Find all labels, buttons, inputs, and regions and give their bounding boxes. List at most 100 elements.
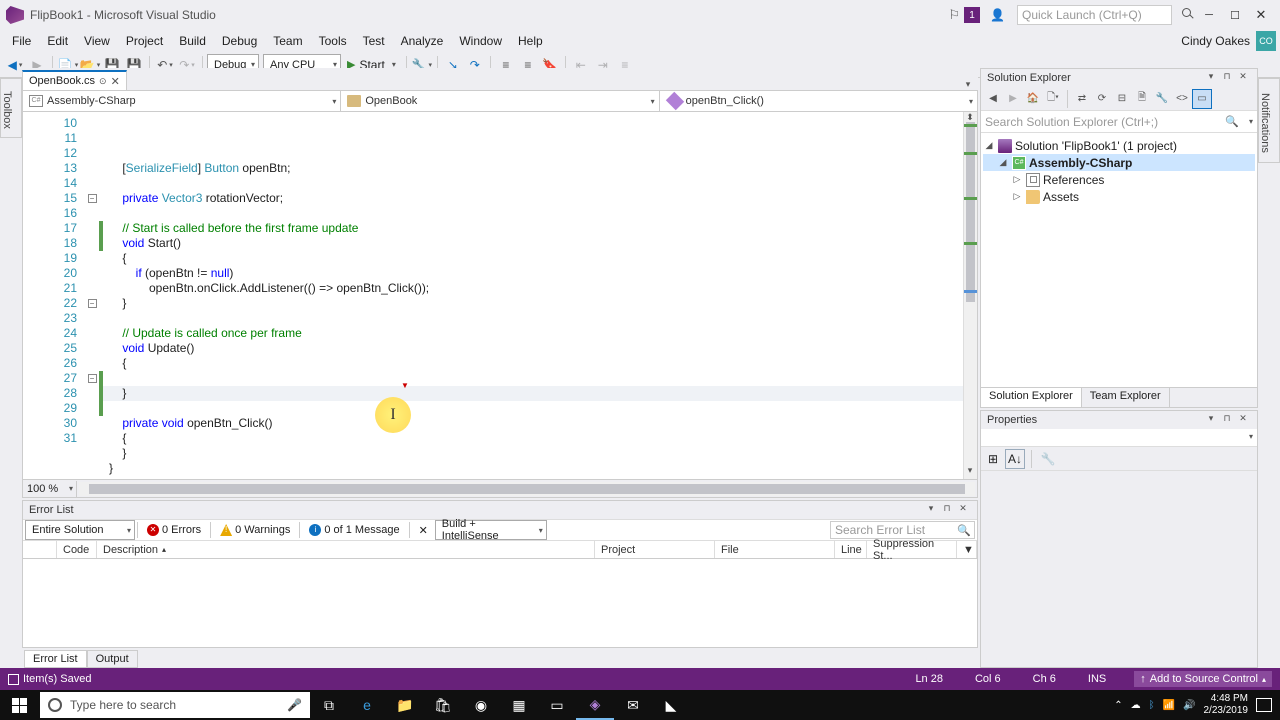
menu-help[interactable]: Help (510, 32, 551, 50)
close-tab-icon[interactable]: ✕ (111, 75, 120, 88)
project-combo[interactable]: C# Assembly-CSharp (23, 91, 341, 111)
build-intellisense-combo[interactable]: Build + IntelliSense (435, 520, 547, 540)
task-view-icon[interactable]: ⧉ (310, 690, 348, 720)
properties-title[interactable]: Properties ▾ ⊓ ✕ (981, 411, 1257, 429)
menu-file[interactable]: File (4, 32, 39, 50)
code-editor[interactable]: 1011121314151617181920212223242526272829… (22, 112, 978, 480)
mic-icon[interactable]: 🎤 (287, 698, 302, 712)
fwd-icon[interactable]: ▶ (1003, 89, 1023, 109)
property-pages-icon[interactable]: 🔧 (1038, 449, 1058, 469)
solution-node[interactable]: ◢ Solution 'FlipBook1' (1 project) (983, 137, 1255, 154)
tab-overflow-button[interactable]: ▾ (958, 79, 978, 90)
panel-options-icon[interactable]: ▾ (923, 503, 939, 517)
search-icon[interactable] (1182, 8, 1196, 22)
pin-icon[interactable]: ⊓ (939, 503, 955, 517)
menu-project[interactable]: Project (118, 32, 171, 50)
pin-icon[interactable]: ⊓ (1219, 413, 1235, 427)
collapse-icon[interactable]: ⊟ (1112, 89, 1132, 109)
show-all-icon[interactable]: 🗎 (1132, 89, 1152, 109)
solution-tree[interactable]: ◢ Solution 'FlipBook1' (1 project) ◢C# A… (981, 133, 1257, 387)
bluetooth-icon[interactable]: ᛒ (1149, 700, 1155, 711)
scope-combo[interactable]: Entire Solution (25, 520, 135, 540)
wifi-icon[interactable]: 📶 (1163, 700, 1175, 711)
start-button[interactable] (0, 690, 38, 720)
folder-node[interactable]: ▷ Assets (983, 188, 1255, 205)
menu-team[interactable]: Team (265, 32, 310, 50)
quick-launch-input[interactable]: Quick Launch (Ctrl+Q) (1017, 5, 1172, 25)
outline-margin[interactable]: −−− (85, 112, 99, 479)
col-filter-icon[interactable]: ▼ (957, 541, 977, 558)
view-icon[interactable]: ▭ (1192, 89, 1212, 109)
app2-icon[interactable]: ▭ (538, 690, 576, 720)
unity-icon[interactable]: ◣ (652, 690, 690, 720)
vertical-scrollbar[interactable]: ⬍ ▾ (963, 112, 977, 479)
user-avatar[interactable]: CO (1256, 31, 1276, 51)
minimize-button[interactable]: ─ (1196, 5, 1222, 25)
action-center-icon[interactable] (1256, 698, 1272, 712)
clear-filter-icon[interactable]: ✕ (412, 520, 435, 540)
close-panel-icon[interactable]: ✕ (1235, 71, 1251, 85)
sync-icon[interactable]: ⇄ (1072, 89, 1092, 109)
class-combo[interactable]: OpenBook (341, 91, 659, 111)
tray-up-icon[interactable]: ⌃ (1114, 700, 1122, 711)
close-panel-icon[interactable]: ✕ (1235, 413, 1251, 427)
menu-view[interactable]: View (76, 32, 118, 50)
maximize-button[interactable]: ☐ (1222, 5, 1248, 25)
code-content[interactable]: [SerializeField] Button openBtn; private… (103, 112, 963, 479)
errors-filter[interactable]: ✕0 Errors (140, 520, 208, 540)
volume-icon[interactable]: 🔊 (1183, 700, 1195, 711)
notification-badge[interactable]: 1 (964, 7, 980, 23)
solution-search-input[interactable]: Search Solution Explorer (Ctrl+;)🔍 (981, 111, 1257, 133)
taskbar-search[interactable]: Type here to search 🎤 (40, 692, 310, 718)
horizontal-scrollbar[interactable] (79, 482, 975, 496)
source-control-button[interactable]: ↑ Add to Source Control (1134, 671, 1272, 687)
feedback-icon[interactable]: 👤 (990, 8, 1005, 22)
mail-icon[interactable]: ✉ (614, 690, 652, 720)
panel-options-icon[interactable]: ▾ (1203, 71, 1219, 85)
error-search-input[interactable]: Search Error List🔍 (830, 521, 975, 539)
menu-tools[interactable]: Tools (311, 32, 355, 50)
pin-icon[interactable]: ⊓ (1219, 71, 1235, 85)
close-button[interactable]: ✕ (1248, 5, 1274, 25)
categorized-icon[interactable]: ⊞ (983, 449, 1003, 469)
scope-icon[interactable]: 🗋▾ (1043, 89, 1063, 109)
scrollbar-thumb[interactable] (966, 122, 975, 302)
visual-studio-icon[interactable]: ◈ (576, 690, 614, 720)
menu-build[interactable]: Build (171, 32, 214, 50)
zoom-combo[interactable]: 100 % (23, 481, 77, 497)
warnings-filter[interactable]: !0 Warnings (213, 520, 297, 540)
explorer-icon[interactable]: 📁 (386, 690, 424, 720)
toolbox-tab[interactable]: Toolbox (0, 78, 22, 138)
home-icon[interactable]: 🏠 (1023, 89, 1043, 109)
solution-explorer-title[interactable]: Solution Explorer ▾ ⊓ ✕ (981, 69, 1257, 87)
messages-filter[interactable]: i0 of 1 Message (302, 520, 406, 540)
system-tray[interactable]: ⌃ ☁ ᛒ 📶 🔊 4:48 PM2/23/2019 (1106, 693, 1280, 717)
preview-icon[interactable]: <> (1172, 89, 1192, 109)
member-combo[interactable]: openBtn_Click() (660, 91, 977, 111)
refresh-icon[interactable]: ⟳ (1092, 89, 1112, 109)
scroll-options[interactable]: ▾ (963, 465, 977, 479)
menu-edit[interactable]: Edit (39, 32, 76, 50)
edge-icon[interactable]: e (348, 690, 386, 720)
menu-analyze[interactable]: Analyze (393, 32, 452, 50)
menu-window[interactable]: Window (451, 32, 510, 50)
references-node[interactable]: ▷ References (983, 171, 1255, 188)
panel-options-icon[interactable]: ▾ (1203, 413, 1219, 427)
document-tab[interactable]: OpenBook.cs ⊙ ✕ (22, 70, 127, 90)
notifications-tab[interactable]: Notifications (1258, 78, 1280, 163)
app-icon[interactable]: ▦ (500, 690, 538, 720)
alphabetical-icon[interactable]: A↓ (1005, 449, 1025, 469)
store-icon[interactable]: 🛍 (424, 690, 462, 720)
project-node[interactable]: ◢C# Assembly-CSharp (983, 154, 1255, 171)
properties-grid[interactable] (981, 471, 1257, 667)
properties-icon[interactable]: 🔧 (1152, 89, 1172, 109)
error-list-title-bar[interactable]: Error List ▾ ⊓ ✕ (23, 501, 977, 519)
tab-solution-explorer[interactable]: Solution Explorer (981, 388, 1082, 407)
user-name[interactable]: Cindy Oakes (1181, 34, 1250, 48)
menu-test[interactable]: Test (355, 32, 393, 50)
close-panel-icon[interactable]: ✕ (955, 503, 971, 517)
menu-debug[interactable]: Debug (214, 32, 265, 50)
onedrive-icon[interactable]: ☁ (1131, 700, 1141, 711)
tab-output[interactable]: Output (87, 650, 138, 668)
back-icon[interactable]: ◀ (983, 89, 1003, 109)
